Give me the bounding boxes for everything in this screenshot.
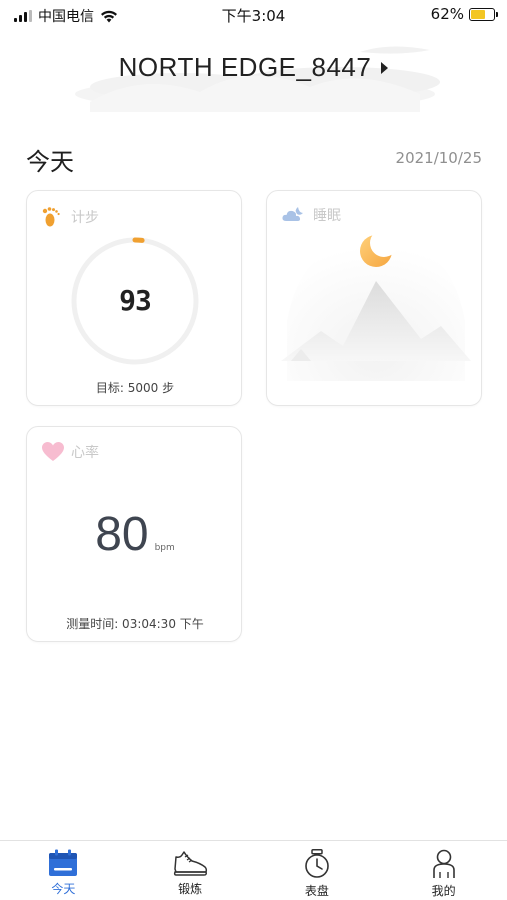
person-icon <box>432 849 455 878</box>
sleep-mountain-illustration <box>281 229 471 381</box>
tab-workout[interactable]: 锻炼 <box>127 841 254 900</box>
steps-goal: 目标: 5000 步 <box>95 381 175 395</box>
steps-card-label: 计步 <box>71 210 99 226</box>
tab-watchface-label: 表盘 <box>304 884 329 898</box>
heart-card-header: 心率 <box>41 441 99 463</box>
tab-today-label: 今天 <box>51 882 76 896</box>
heart-rate-value: 80 <box>95 508 149 561</box>
tab-watchface[interactable]: 表盘 <box>254 841 381 900</box>
caret-right-icon <box>381 61 389 74</box>
heart-value-row: 80 bpm <box>27 507 241 562</box>
steps-card[interactable]: 计步 93 目标: 5000 步 <box>26 190 242 406</box>
device-selector[interactable]: NORTH EDGE_8447 <box>0 52 507 83</box>
battery-percent: 62% <box>430 5 464 23</box>
battery-icon <box>469 7 498 21</box>
tab-today[interactable]: 今天 <box>0 841 127 900</box>
status-right: 62% <box>430 5 498 23</box>
heart-measured-time: 测量时间: 03:04:30 下午 <box>66 617 204 631</box>
header: NORTH EDGE_8447 <box>0 28 507 118</box>
heart-rate-card[interactable]: 心率 80 bpm 测量时间: 03:04:30 下午 <box>26 426 242 642</box>
heart-icon <box>42 442 64 461</box>
sleep-card[interactable]: 睡眠 <box>266 190 482 406</box>
heart-rate-unit: bpm <box>154 543 175 553</box>
steps-value: 93 <box>119 284 152 317</box>
tab-workout-label: 锻炼 <box>178 882 203 896</box>
tab-mine-label: 我的 <box>431 884 456 898</box>
heart-card-label: 心率 <box>71 445 99 461</box>
bottom-tab-bar: 今天 锻炼 表盘 我的 <box>0 840 507 900</box>
footprints-icon <box>42 207 60 227</box>
page-title: 今天 <box>26 148 74 176</box>
battery-level-fill <box>471 9 485 19</box>
status-bar: 中国电信 下午3:04 62% <box>0 0 507 28</box>
watch-icon <box>305 849 329 878</box>
tab-mine[interactable]: 我的 <box>380 841 507 900</box>
device-name: NORTH EDGE_8447 <box>118 52 372 82</box>
sneaker-icon <box>174 851 208 876</box>
current-date: 2021/10/25 <box>395 149 482 167</box>
steps-card-header: 计步 <box>41 205 99 229</box>
calendar-icon <box>49 849 78 876</box>
